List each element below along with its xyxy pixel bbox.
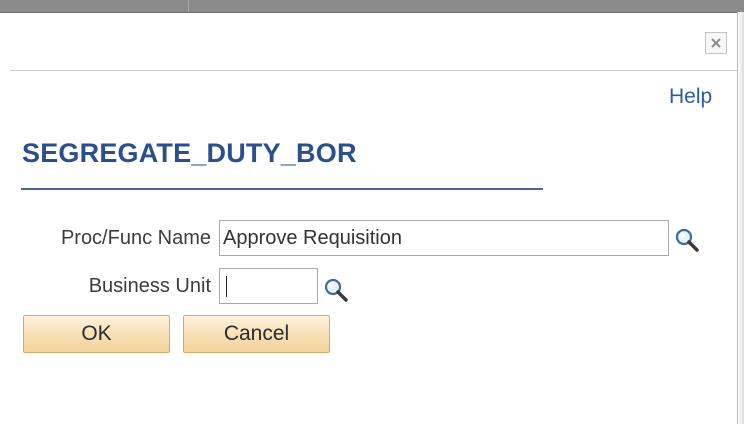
business-unit-input[interactable] bbox=[219, 268, 318, 304]
title-underline bbox=[21, 188, 543, 190]
background-divider bbox=[188, 0, 189, 12]
dialog-scrollbar-edge[interactable] bbox=[737, 12, 744, 424]
background-window-strip bbox=[0, 0, 744, 13]
header-divider bbox=[10, 70, 737, 71]
ok-button[interactable]: OK bbox=[23, 315, 170, 353]
help-link[interactable]: Help bbox=[669, 85, 712, 109]
business-unit-label: Business Unit bbox=[88, 275, 211, 297]
proc-func-name-input[interactable] bbox=[219, 220, 669, 256]
text-cursor bbox=[226, 276, 227, 297]
cancel-button[interactable]: Cancel bbox=[183, 315, 330, 353]
close-icon bbox=[711, 38, 721, 48]
modal-dialog bbox=[0, 13, 737, 424]
page-title: SEGREGATE_DUTY_BOR bbox=[22, 138, 357, 168]
close-button[interactable] bbox=[705, 32, 727, 54]
business-unit-lookup-icon[interactable] bbox=[322, 276, 350, 304]
proc-func-lookup-icon[interactable] bbox=[673, 226, 701, 254]
proc-func-name-label: Proc/Func Name bbox=[60, 227, 211, 249]
